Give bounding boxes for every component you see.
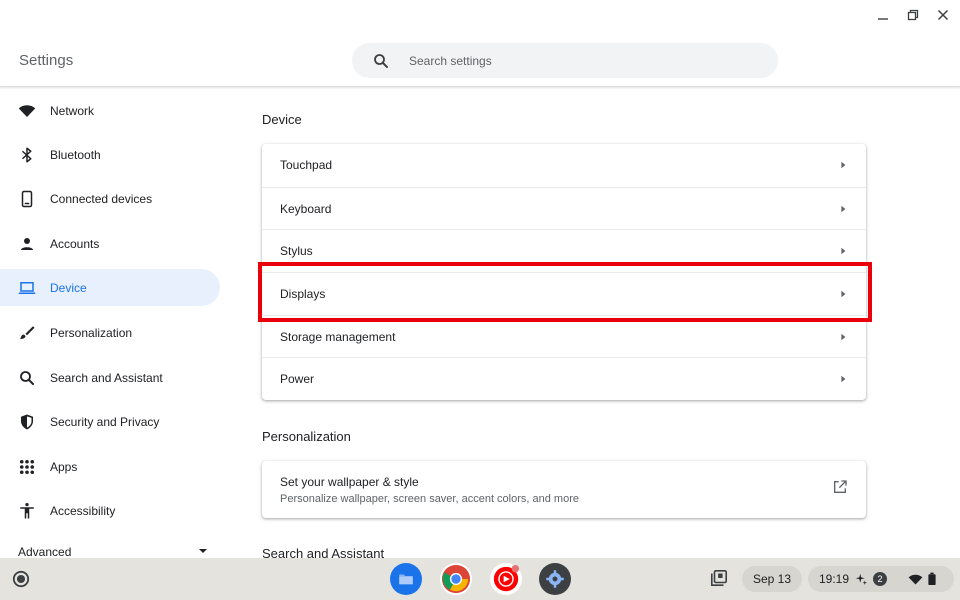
wifi-icon: [18, 102, 36, 120]
sidebar-item-label: Search and Assistant: [50, 370, 163, 385]
row-label: Keyboard: [280, 201, 332, 216]
sidebar-item-search-and-assistant[interactable]: Search and Assistant: [0, 359, 220, 396]
tote-icon[interactable]: [710, 569, 728, 592]
sidebar-item-bluetooth[interactable]: Bluetooth: [0, 136, 220, 173]
sidebar-item-label: Personalization: [50, 325, 133, 340]
shield-icon: [18, 413, 36, 431]
wallpaper-subtitle: Personalize wallpaper, screen saver, acc…: [280, 492, 579, 505]
chevron-down-icon: [198, 545, 208, 559]
maximize-icon[interactable]: [902, 6, 924, 24]
accessibility-icon: [18, 502, 36, 520]
sidebar-item-label: Connected devices: [50, 191, 153, 206]
window-controls: [872, 6, 954, 24]
row-label: Power: [280, 372, 315, 387]
search-icon: [372, 52, 390, 70]
launcher-button[interactable]: [9, 568, 33, 590]
search-icon: [18, 369, 36, 387]
sidebar-item-security-and-privacy[interactable]: Security and Privacy: [0, 403, 220, 440]
shelf: Sep 13 19:19 2: [0, 558, 960, 600]
apps-grid-icon: [18, 458, 36, 476]
time-label: 19:19: [819, 572, 850, 586]
sidebar-item-label: Device: [50, 280, 87, 295]
search-box[interactable]: [352, 43, 778, 78]
wallpaper-title: Set your wallpaper & style: [280, 474, 419, 489]
phone-icon: [18, 190, 36, 208]
row-touchpad[interactable]: Touchpad: [262, 144, 866, 187]
displays-highlight-box: [258, 262, 872, 322]
sidebar-item-accounts[interactable]: Accounts: [0, 225, 220, 262]
personalization-card: Set your wallpaper & style Personalize w…: [262, 461, 866, 518]
app-title: Settings: [19, 52, 74, 69]
header-bar: Settings: [0, 0, 960, 87]
sidebar-item-personalization[interactable]: Personalization: [0, 314, 220, 351]
sidebar-item-accessibility[interactable]: Accessibility: [0, 492, 220, 529]
open-external-icon[interactable]: [832, 479, 848, 500]
settings-icon[interactable]: [539, 563, 571, 595]
date-pill[interactable]: Sep 13: [742, 566, 802, 592]
laptop-icon: [18, 279, 36, 297]
row-label: Touchpad: [280, 158, 333, 173]
row-power[interactable]: Power: [262, 357, 866, 400]
arrow-right-icon: [838, 374, 848, 384]
sidebar-item-label: Bluetooth: [50, 147, 101, 162]
section-title-personalization: Personalization: [262, 429, 351, 444]
brush-icon: [18, 324, 36, 342]
bluetooth-icon: [18, 146, 36, 164]
section-title-search-and-assistant: Search and Assistant: [262, 546, 385, 558]
sidebar: Network Bluetooth Connected devices Acco…: [0, 88, 232, 559]
main-content: Device Touchpad Keyboard Stylus Displays…: [232, 88, 960, 558]
advanced-label: Advanced: [18, 545, 72, 559]
notification-count-badge: 2: [873, 572, 888, 586]
advanced-toggle[interactable]: Advanced: [18, 545, 208, 559]
sidebar-item-apps[interactable]: Apps: [0, 448, 220, 485]
row-label: Stylus: [280, 244, 313, 259]
close-icon[interactable]: [932, 6, 954, 24]
files-icon[interactable]: [390, 563, 422, 595]
sidebar-item-label: Accessibility: [50, 503, 116, 518]
wifi-icon: [908, 572, 923, 587]
wallpaper-text: Set your wallpaper & style Personalize w…: [280, 475, 579, 505]
youtube-music-icon[interactable]: [490, 563, 522, 595]
minimize-icon[interactable]: [872, 6, 894, 24]
arrow-right-icon: [838, 160, 848, 170]
sidebar-item-label: Apps: [50, 459, 78, 474]
sidebar-item-network[interactable]: Network: [0, 92, 220, 129]
chrome-icon[interactable]: [440, 563, 472, 595]
arrow-right-icon: [838, 332, 848, 342]
search-input[interactable]: [409, 53, 739, 68]
sidebar-item-device[interactable]: Device: [0, 269, 220, 306]
status-tray[interactable]: 19:19 2: [808, 566, 954, 592]
arrow-right-icon: [838, 204, 848, 214]
sidebar-item-connected-devices[interactable]: Connected devices: [0, 180, 220, 217]
sidebar-item-label: Network: [50, 103, 95, 118]
sidebar-item-label: Accounts: [50, 236, 100, 251]
sidebar-item-label: Security and Privacy: [50, 414, 160, 429]
row-label: Storage management: [280, 329, 396, 344]
row-wallpaper-style[interactable]: Set your wallpaper & style Personalize w…: [262, 461, 866, 518]
sparkle-icon: [855, 573, 868, 585]
battery-icon: [928, 572, 936, 586]
row-keyboard[interactable]: Keyboard: [262, 186, 866, 230]
person-icon: [18, 235, 36, 253]
date-label: Sep 13: [752, 572, 792, 586]
section-title-device: Device: [262, 112, 302, 127]
arrow-right-icon: [838, 246, 848, 256]
